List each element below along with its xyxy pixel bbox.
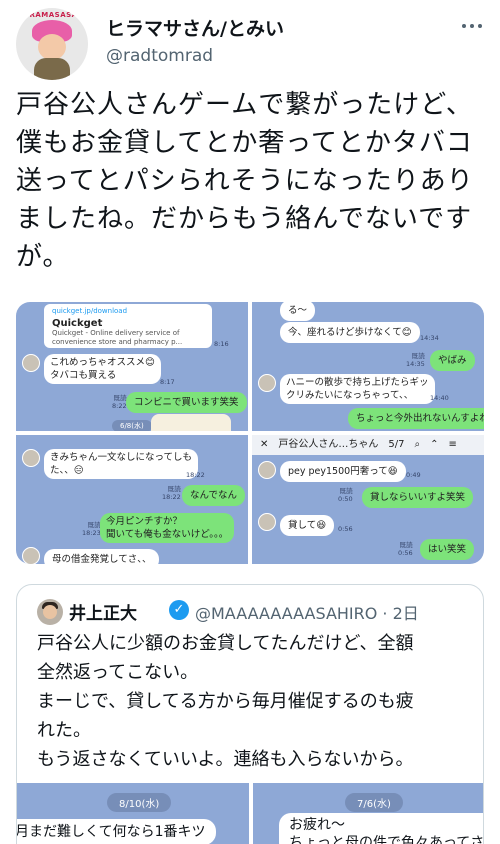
timestamp: 18:22 [186,471,205,479]
search-count: 5/7 [388,439,405,450]
chat-screenshot-3[interactable]: きみちゃん一文なしになってしも た、、😑 18:22 既読 18:22 なんでなん… [16,435,248,564]
contact-avatar [22,449,40,467]
sent-message: コンビニで買います笑笑 [126,392,247,413]
quote-image-1[interactable]: 8/10(水) 月まだ難しくて何なら1番キツ [17,783,249,844]
received-message: 貸して😆 [280,515,335,536]
tweet-header: HIRAMASASAN ヒラマサさん/とみい @radtomrad [0,0,500,84]
contact-avatar [258,513,276,531]
chat-screenshot-1[interactable]: quickget.jp/download Quickget Quickget -… [16,302,248,431]
avatar-text: HIRAMASASAN [20,11,84,19]
received-message: pey pey1500円奢って😆 [280,461,406,482]
author-display-name[interactable]: ヒラマサさん/とみい [106,14,284,41]
quote-image-2[interactable]: 7/6(水) お疲れ〜 ちょっと母の件で色々あってさ [253,783,483,844]
received-message: 母の借金発覚してさ、、 [44,549,160,564]
verified-badge-icon: ✓ [169,600,189,620]
sent-message: 貸しならいいすよ笑笑 [362,487,474,508]
timestamp: 14:34 [420,334,439,342]
received-message: きみちゃん一文なしになってしも た、、😑 [44,449,199,479]
sent-message: はい笑笑 [420,539,475,560]
quote-author-handle-time[interactable]: @MAAAAAAAASAHIRO · 2日 [195,600,419,624]
received-message: 月まだ難しくて何なら1番キツ [17,819,216,844]
tweet-image-grid[interactable]: quickget.jp/download Quickget Quickget -… [16,302,484,564]
timestamp: 8:16 [214,340,229,348]
more-options-icon[interactable] [458,16,486,36]
link-preview-card: quickget.jp/download Quickget Quickget -… [44,304,212,348]
contact-avatar [22,354,40,372]
timestamp: 0:56 [338,525,353,533]
received-message: これめっちゃオススメ😊 タバコも買える [44,354,161,384]
read-receipt: 既読 18:23 [82,521,101,537]
date-separator: 7/6(水) [345,793,403,812]
received-message: る〜 [280,302,316,321]
author-avatar[interactable]: HIRAMASASAN [16,8,88,80]
card-title: Quickget [52,318,103,329]
timestamp: 8:17 [160,378,175,386]
chat-header: ✕ 戸谷公人さん…ちゃん 5/7 ⌕ ⌃ ≡ [252,435,484,455]
tweet-text: 戸谷公人さんゲームで繋がったけど、僕もお金貸してとか奢ってとかタバコ送ってとパシ… [16,90,474,272]
contact-avatar [258,374,276,392]
sent-message: やばみ [430,350,475,371]
card-description: Quickget - Online delivery service of co… [52,329,183,346]
date-separator: 8/10(水) [107,793,172,812]
card-link: quickget.jp/download [52,307,128,315]
received-message: ハニーの散歩で持ち上げたらギッ クリみたいになっちゃって、、 [280,374,435,404]
received-message: お疲れ〜 ちょっと母の件で色々あってさ [279,813,483,844]
received-message: 今、座れるけど歩けなくて😊 [280,322,420,343]
timestamp: 0:49 [406,471,421,479]
author-handle[interactable]: @radtomrad [106,46,213,66]
contact-avatar [258,461,276,479]
quote-author-avatar[interactable] [37,599,63,625]
sticker [151,414,231,431]
contact-avatar [22,547,40,564]
sent-message: なんでなん [182,485,246,506]
quote-author-name[interactable]: 井上正大 [69,599,137,624]
close-icon[interactable]: ✕ [260,435,268,455]
read-receipt: 既読 0:50 [338,487,353,503]
read-receipt: 既読 0:56 [398,541,413,557]
quote-tweet[interactable]: 井上正大 ✓ @MAAAAAAAASAHIRO · 2日 戸谷公人に少額のお金貸… [16,584,484,844]
timestamp: 14:40 [430,394,449,402]
read-receipt: 既読 14:35 [406,352,425,368]
search-icon[interactable]: ⌕ [414,435,420,455]
quote-text: 戸谷公人に少額のお金貸してたんだけど、全額 全然返ってこない。 まーじで、貸して… [37,633,414,770]
date-separator: 6/8(水) [112,420,152,431]
read-receipt: 既読 8:22 [112,394,127,410]
read-receipt: 既読 18:22 [162,485,181,501]
chevron-up-icon[interactable]: ⌃ [430,435,438,455]
chat-title: 戸谷公人さん…ちゃん [278,439,379,450]
chat-screenshot-4[interactable]: ✕ 戸谷公人さん…ちゃん 5/7 ⌕ ⌃ ≡ pey pey1500円奢って😆 … [252,435,484,564]
menu-icon[interactable]: ≡ [448,435,456,455]
chat-screenshot-2[interactable]: る〜 今、座れるけど歩けなくて😊 14:34 既読 14:35 やばみ ハニーの散… [252,302,484,431]
sent-message: 今月ピンチすか？ 聞いても俺も金ないけど。。。 [100,513,235,543]
sent-message: ちょっと今外出れないんすよね [348,408,484,429]
